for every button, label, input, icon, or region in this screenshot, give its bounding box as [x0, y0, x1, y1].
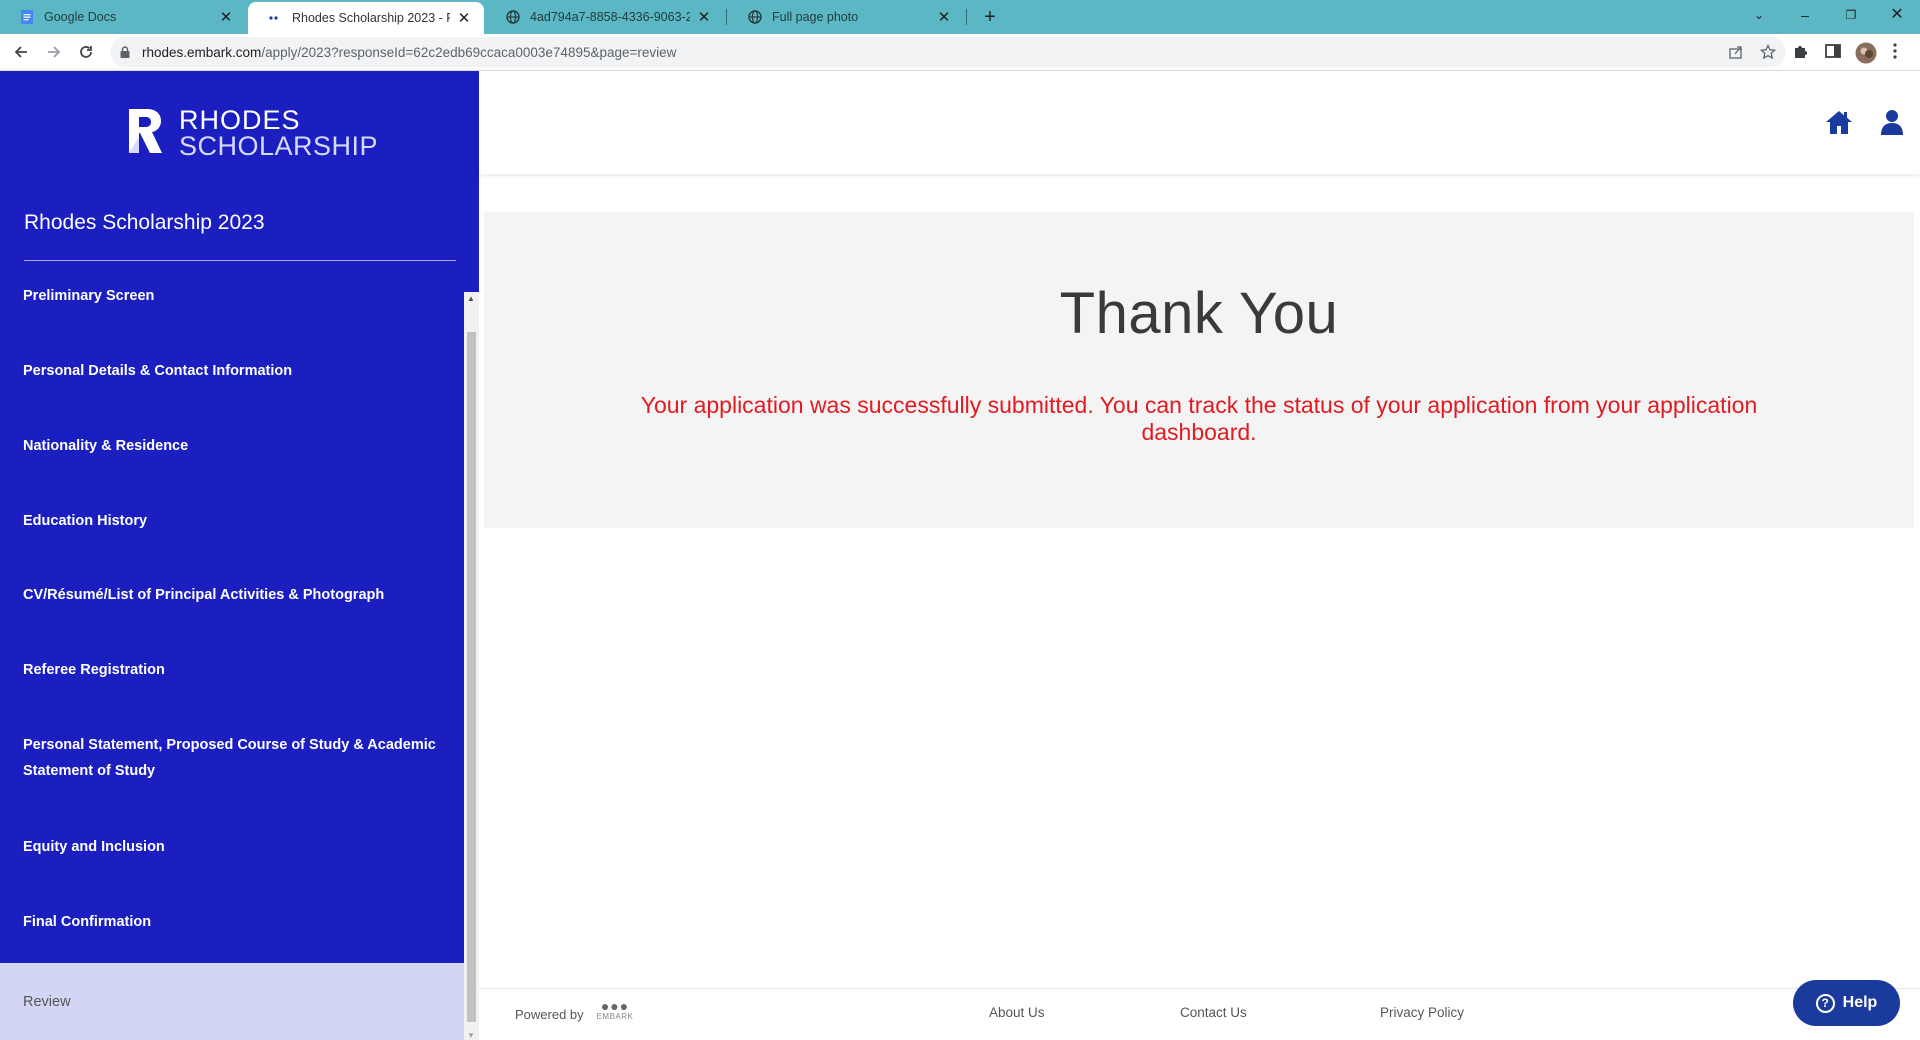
url-domain: rhodes.embark.com — [142, 45, 262, 60]
sidebar-item-preliminary-screen[interactable]: Preliminary Screen — [0, 271, 464, 321]
embark-dots-icon: ●●● — [600, 998, 630, 1014]
tab-full-page-photo[interactable]: Full page photo ✕ — [728, 0, 964, 34]
minimize-icon[interactable]: – — [1782, 0, 1828, 30]
globe-icon — [506, 10, 520, 24]
tab-search-icon[interactable]: ⌄ — [1736, 0, 1782, 30]
tab-separator — [726, 9, 727, 25]
share-icon[interactable] — [1728, 44, 1744, 60]
profile-avatar[interactable] — [1855, 42, 1877, 64]
embark-logo[interactable]: ●●● EMBARK — [595, 998, 635, 1030]
sidebar-item-review[interactable]: Review — [0, 963, 464, 1040]
close-icon[interactable]: ✕ — [456, 9, 472, 27]
tab-title: Rhodes Scholarship 2023 - Revie — [292, 11, 450, 25]
google-docs-icon — [20, 10, 34, 24]
question-circle-icon: ? — [1815, 993, 1835, 1013]
program-title: Rhodes Scholarship 2023 — [24, 211, 265, 234]
forward-icon[interactable] — [40, 38, 68, 66]
sidebar-item-label: Education History — [23, 513, 148, 529]
scroll-up-arrow-icon[interactable]: ▲ — [467, 294, 475, 303]
sidebar-item-referee-registration[interactable]: Referee Registration — [0, 645, 464, 695]
lock-icon — [120, 45, 130, 63]
sidebar-scrollbar[interactable]: ▲ ▼ — [464, 292, 479, 1040]
logo-line2: SCHOLARSHIP — [179, 131, 379, 161]
globe-icon — [748, 10, 762, 24]
sidebar-item-label: Personal Details & Contact Information — [23, 363, 293, 379]
sidebar-item-label: Personal Statement, Proposed Course of S… — [23, 736, 436, 779]
tab-title: Google Docs — [44, 10, 117, 24]
privacy-policy-link[interactable]: Privacy Policy — [1380, 1005, 1464, 1020]
sidebar-item-equity-inclusion[interactable]: Equity and Inclusion — [0, 822, 464, 872]
restore-icon[interactable]: ❐ — [1828, 0, 1874, 30]
sidebar-item-cv-resume[interactable]: CV/Résumé/List of Principal Activities &… — [0, 570, 464, 620]
browser-tabstrip: Google Docs ✕ Rhodes Scholarship 2023 - … — [0, 0, 1920, 34]
chrome-menu-icon[interactable] — [1892, 42, 1912, 62]
sidebar-item-label: Nationality & Residence — [23, 438, 189, 454]
browser-toolbar: rhodes.embark.com/apply/2023?responseId=… — [0, 34, 1920, 71]
footer: Powered by ●●● EMBARK About Us Contact U… — [479, 988, 1920, 1040]
help-button[interactable]: ? Help — [1793, 980, 1900, 1026]
sidebar-item-nationality[interactable]: Nationality & Residence — [0, 421, 464, 471]
sidebar-item-personal-details[interactable]: Personal Details & Contact Information — [0, 346, 464, 396]
close-icon[interactable]: ✕ — [696, 8, 712, 26]
back-icon[interactable] — [7, 38, 35, 66]
window-close-icon[interactable]: ✕ — [1874, 0, 1920, 30]
about-us-link[interactable]: About Us — [989, 1005, 1045, 1020]
side-panel-icon[interactable] — [1824, 42, 1844, 62]
url-text: rhodes.embark.com/apply/2023?responseId=… — [142, 45, 676, 60]
close-icon[interactable]: ✕ — [218, 8, 234, 26]
page-title: Thank You — [1059, 281, 1339, 346]
url-path: /apply/2023?responseId=62c2edb69ccaca000… — [261, 45, 677, 60]
top-bar — [479, 71, 1920, 174]
new-tab-button[interactable]: + — [976, 3, 1004, 31]
sidebar-item-personal-statement[interactable]: Personal Statement, Proposed Course of S… — [0, 720, 464, 795]
embark-icon — [268, 11, 282, 25]
tab-title: 4ad794a7-8858-4336-9063-277 — [530, 10, 690, 24]
extensions-puzzle-icon[interactable] — [1792, 42, 1812, 62]
confirmation-card: Thank You Your application was successfu… — [484, 212, 1914, 528]
sidebar-item-label: Final Confirmation — [23, 914, 152, 930]
home-icon[interactable] — [1825, 109, 1853, 135]
powered-by-label: Powered by — [515, 1007, 584, 1022]
address-bar[interactable]: rhodes.embark.com/apply/2023?responseId=… — [110, 37, 1786, 67]
sidebar-item-label: Equity and Inclusion — [23, 839, 165, 855]
sidebar-item-label: CV/Résumé/List of Principal Activities &… — [23, 587, 385, 603]
rhodes-logo[interactable]: RHODES SCHOLARSHIP — [127, 105, 378, 161]
bookmark-star-icon[interactable] — [1759, 43, 1777, 60]
tab-rhodes-review[interactable]: Rhodes Scholarship 2023 - Revie ✕ — [248, 2, 484, 34]
sidebar-item-label: Preliminary Screen — [23, 288, 155, 304]
embark-label: EMBARK — [596, 1012, 634, 1021]
sidebar-divider — [24, 260, 456, 261]
user-profile-icon[interactable] — [1881, 109, 1903, 135]
tab-uuid[interactable]: 4ad794a7-8858-4336-9063-277 ✕ — [486, 0, 724, 34]
tab-title: Full page photo — [772, 10, 859, 24]
tab-separator — [966, 9, 967, 25]
sidebar: RHODES SCHOLARSHIP Rhodes Scholarship 20… — [0, 71, 479, 1040]
scroll-down-arrow-icon[interactable]: ▼ — [467, 1031, 475, 1040]
sidebar-item-label: Review — [23, 993, 71, 1010]
sidebar-item-label: Referee Registration — [23, 662, 165, 678]
contact-us-link[interactable]: Contact Us — [1180, 1005, 1247, 1020]
help-label: Help — [1842, 994, 1878, 1011]
scrollbar-thumb[interactable] — [467, 332, 476, 1022]
close-icon[interactable]: ✕ — [936, 8, 952, 26]
sidebar-item-final-confirmation[interactable]: Final Confirmation — [0, 897, 464, 947]
tab-google-docs[interactable]: Google Docs ✕ — [0, 0, 246, 34]
sidebar-item-education-history[interactable]: Education History — [0, 496, 464, 546]
reload-icon[interactable] — [72, 38, 100, 66]
rhodes-r-icon — [129, 109, 162, 153]
confirmation-message: Your application was successfully submit… — [640, 392, 1758, 445]
